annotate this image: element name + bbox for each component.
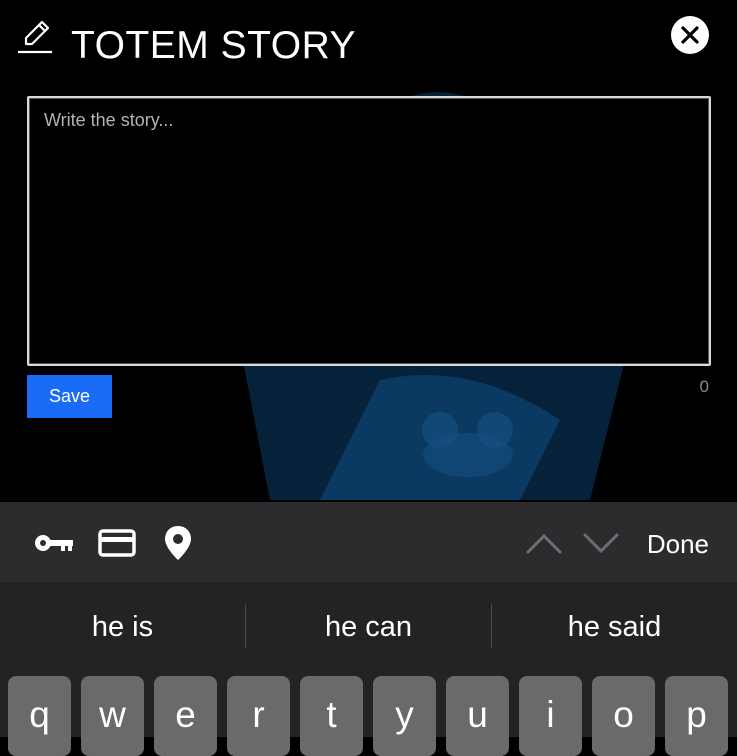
suggestion-item[interactable]: he said [492, 582, 737, 672]
key-e[interactable]: e [154, 676, 217, 756]
story-textarea[interactable] [27, 96, 711, 366]
key-u[interactable]: u [446, 676, 509, 756]
suggestion-bar: he is he can he said [0, 582, 737, 672]
key-y[interactable]: y [373, 676, 436, 756]
key-r[interactable]: r [227, 676, 290, 756]
key-i[interactable]: i [519, 676, 582, 756]
key-p[interactable]: p [665, 676, 728, 756]
done-button[interactable]: Done [647, 529, 709, 560]
keyboard: q w e r t y u i o p [0, 672, 737, 756]
keyboard-toolbar: Done [0, 502, 737, 582]
credit-card-icon[interactable] [98, 526, 136, 560]
save-button[interactable]: Save [27, 375, 112, 418]
suggestion-item[interactable]: he is [0, 582, 245, 672]
key-q[interactable]: q [8, 676, 71, 756]
close-icon [681, 26, 699, 44]
chevron-up-icon[interactable] [526, 526, 562, 560]
key-o[interactable]: o [592, 676, 655, 756]
location-pin-icon[interactable] [164, 526, 192, 560]
chevron-down-icon[interactable] [583, 526, 619, 560]
close-button[interactable] [671, 16, 709, 54]
key-icon[interactable] [33, 526, 75, 560]
pencil-icon [18, 20, 52, 54]
character-count: 0 [699, 377, 709, 396]
suggestion-item[interactable]: he can [246, 582, 491, 672]
header: TOTEM STORY [16, 14, 721, 74]
key-t[interactable]: t [300, 676, 363, 756]
page-title: TOTEM STORY [71, 24, 357, 67]
key-w[interactable]: w [81, 676, 144, 756]
